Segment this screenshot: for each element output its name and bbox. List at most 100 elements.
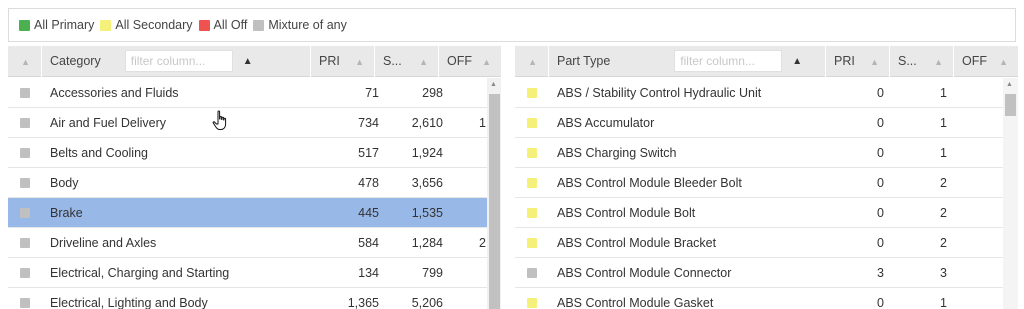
part-type-column-label: Part Type: [557, 54, 611, 68]
pri-column-header[interactable]: PRI ▲: [311, 46, 375, 77]
table-row[interactable]: ABS Control Module Connector 3 3: [515, 258, 1018, 288]
legend-label-mixture: Mixture of any: [268, 18, 347, 32]
swatch-mixture: [253, 19, 265, 31]
part-type-grid-body: ABS / Stability Control Hydraulic Unit 0…: [515, 78, 1018, 309]
pri-column-header[interactable]: PRI ▲: [826, 46, 890, 77]
part-type-name: ABS Control Module Bleeder Bolt: [557, 176, 742, 190]
secondary-column-header[interactable]: S... ▲: [375, 46, 439, 77]
table-row[interactable]: ABS Control Module Bracket 0 2: [515, 228, 1018, 258]
pri-count: 3: [877, 266, 884, 280]
part-type-name: ABS Control Module Connector: [557, 266, 732, 280]
pri-column-label: PRI: [834, 54, 855, 68]
status-column-header[interactable]: ▲: [8, 46, 42, 77]
part-type-grid-scrollbar[interactable]: ▲: [1003, 78, 1018, 309]
table-row[interactable]: ABS Control Module Bolt 0 2: [515, 198, 1018, 228]
secondary-count: 3,656: [411, 176, 443, 190]
status-indicator: [527, 148, 537, 158]
part-type-name: ABS Charging Switch: [557, 146, 677, 160]
pri-count: 0: [877, 206, 884, 220]
category-name: Electrical, Charging and Starting: [50, 266, 230, 280]
pri-count: 0: [877, 86, 884, 100]
part-type-grid-header: ▲ Part Type ▲ PRI ▲ S... ▲ OFF ▲: [515, 46, 1018, 77]
secondary-count: 1: [940, 296, 947, 309]
swatch-all-off: [198, 19, 210, 31]
table-row[interactable]: ABS Control Module Bleeder Bolt 0 2: [515, 168, 1018, 198]
part-type-name: ABS Accumulator: [557, 116, 655, 130]
secondary-count: 1: [940, 86, 947, 100]
scrollbar-thumb[interactable]: [489, 94, 500, 309]
pri-count: 71: [365, 86, 379, 100]
sort-up-icon: ▲: [870, 56, 879, 67]
table-row[interactable]: Electrical, Lighting and Body 1,365 5,20…: [8, 288, 501, 309]
table-row[interactable]: ABS / Stability Control Hydraulic Unit 0…: [515, 78, 1018, 108]
secondary-count: 2: [940, 236, 947, 250]
category-filter-input[interactable]: [124, 50, 233, 72]
legend-item-all-secondary: All Secondary: [100, 18, 193, 32]
pri-count: 0: [877, 176, 884, 190]
secondary-count: 5,206: [411, 296, 443, 309]
part-type-column-header[interactable]: Part Type ▲: [549, 46, 826, 77]
secondary-count: 2: [940, 176, 947, 190]
table-row[interactable]: Electrical, Charging and Starting 134 79…: [8, 258, 501, 288]
sort-up-icon: ▲: [355, 56, 364, 67]
off-column-label: OFF: [447, 54, 472, 68]
table-row[interactable]: Body 478 3,656: [8, 168, 501, 198]
sort-up-icon: ▲: [21, 56, 30, 67]
swatch-all-secondary: [100, 19, 112, 31]
secondary-count: 2: [940, 206, 947, 220]
legend-label-all-off: All Off: [213, 18, 248, 32]
status-indicator: [527, 118, 537, 128]
table-row[interactable]: Driveline and Axles 584 1,284 2: [8, 228, 501, 258]
secondary-column-label: S...: [898, 54, 917, 68]
table-row[interactable]: Belts and Cooling 517 1,924: [8, 138, 501, 168]
pri-column-label: PRI: [319, 54, 340, 68]
legend-item-mixture: Mixture of any: [253, 18, 347, 32]
pri-count: 734: [358, 116, 379, 130]
secondary-count: 2,610: [411, 116, 443, 130]
category-grid: ▲ Category ▲ PRI ▲ S... ▲ OFF ▲ Accessor…: [8, 46, 501, 309]
pri-count: 1,365: [347, 296, 379, 309]
off-column-header[interactable]: OFF ▲: [954, 46, 1018, 77]
status-indicator: [527, 298, 537, 308]
category-name: Electrical, Lighting and Body: [50, 296, 208, 309]
table-row[interactable]: Accessories and Fluids 71 298: [8, 78, 501, 108]
table-row[interactable]: ABS Charging Switch 0 1: [515, 138, 1018, 168]
status-indicator: [20, 298, 30, 308]
status-legend: All Primary All Secondary All Off Mixtur…: [8, 8, 1016, 42]
secondary-count: 1,535: [411, 206, 443, 220]
category-column-label: Category: [50, 54, 101, 68]
secondary-count: 1: [940, 146, 947, 160]
status-indicator: [527, 208, 537, 218]
table-row[interactable]: ABS Accumulator 0 1: [515, 108, 1018, 138]
off-column-header[interactable]: OFF ▲: [439, 46, 501, 77]
status-column-header[interactable]: ▲: [515, 46, 549, 77]
secondary-column-header[interactable]: S... ▲: [890, 46, 954, 77]
legend-label-all-primary: All Primary: [34, 18, 95, 32]
scroll-up-icon[interactable]: ▲: [490, 81, 497, 88]
secondary-count: 799: [422, 266, 443, 280]
off-count: 1: [479, 116, 486, 130]
sort-up-icon: ▲: [528, 56, 537, 67]
swatch-all-primary: [19, 19, 30, 31]
status-indicator: [527, 88, 537, 98]
category-column-header[interactable]: Category ▲: [42, 46, 311, 77]
part-type-filter-input[interactable]: [674, 50, 783, 72]
table-row[interactable]: Air and Fuel Delivery 734 2,610 1: [8, 108, 501, 138]
table-row[interactable]: ABS Control Module Gasket 0 1: [515, 288, 1018, 309]
pri-count: 584: [358, 236, 379, 250]
secondary-count: 1: [940, 116, 947, 130]
sort-up-icon: ▲: [934, 56, 943, 67]
table-row[interactable]: Brake 445 1,535: [8, 198, 501, 228]
secondary-count: 1,924: [411, 146, 443, 160]
category-grid-scrollbar[interactable]: ▲: [487, 78, 501, 309]
scroll-up-icon[interactable]: ▲: [1006, 81, 1013, 88]
part-type-name: ABS / Stability Control Hydraulic Unit: [557, 86, 762, 100]
pri-count: 0: [877, 236, 884, 250]
sort-up-icon: ▲: [999, 56, 1008, 67]
category-name: Brake: [50, 206, 83, 220]
pri-count: 478: [358, 176, 379, 190]
scrollbar-thumb[interactable]: [1005, 94, 1016, 116]
off-count: 2: [479, 236, 486, 250]
pri-count: 517: [358, 146, 379, 160]
legend-item-all-primary: All Primary: [19, 18, 94, 32]
